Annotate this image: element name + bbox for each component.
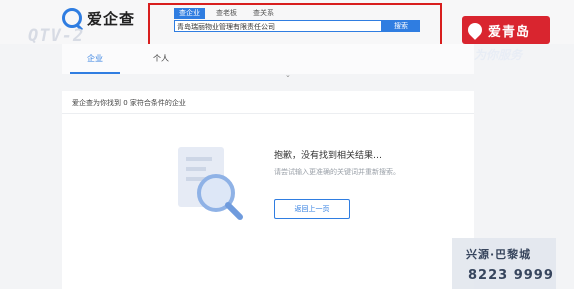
divider [62,113,474,114]
search-input[interactable]: 青岛瑞丽物业管理有限责任公司 [174,20,382,32]
ad-phone: 8223 9999 [468,268,554,283]
result-type-tabs: 企业 个人 [62,44,474,74]
results-panel: 爱企查为你找到 0 家符合条件的企业 抱歉，没有找到相关结果… 请尝试输入更准确… [62,91,474,289]
search-tab-boss[interactable]: 查老板 [211,8,242,19]
result-count-text: 爱企查为你找到 0 家符合条件的企业 [72,99,186,107]
search-type-tabs: 查企业 查老板 查关系 [174,8,279,19]
app-logo-text: 爱企查 [87,9,136,28]
empty-document-search-icon [178,147,243,220]
magnifier-logo-icon [62,8,82,28]
search-tab-company[interactable]: 查企业 [174,8,205,19]
tab-person[interactable]: 个人 [128,44,194,74]
broadcaster-logo: 爱青岛 [462,16,550,44]
ad-brand: 兴源·巴黎城 [466,248,532,261]
broadcaster-logo-text: 爱青岛 [488,24,531,40]
empty-state-subtitle: 请尝试输入更准确的关键词并重新搜索。 [274,168,400,176]
location-pin-icon [465,20,485,40]
chevron-down-icon[interactable]: ⌄ [285,71,291,79]
go-back-button[interactable]: 返回上一页 [274,199,350,219]
tab-company[interactable]: 企业 [62,44,128,74]
search-tab-relation[interactable]: 查关系 [248,8,279,19]
empty-state-title: 抱歉，没有找到相关结果… [274,151,383,161]
channel-watermark: QTV-2 [28,26,85,46]
ad-overlay: 兴源·巴黎城 8223 9999 [452,238,556,289]
broadcaster-slogan: 为你服务 [474,48,523,62]
search-button[interactable]: 搜索 [382,20,420,32]
